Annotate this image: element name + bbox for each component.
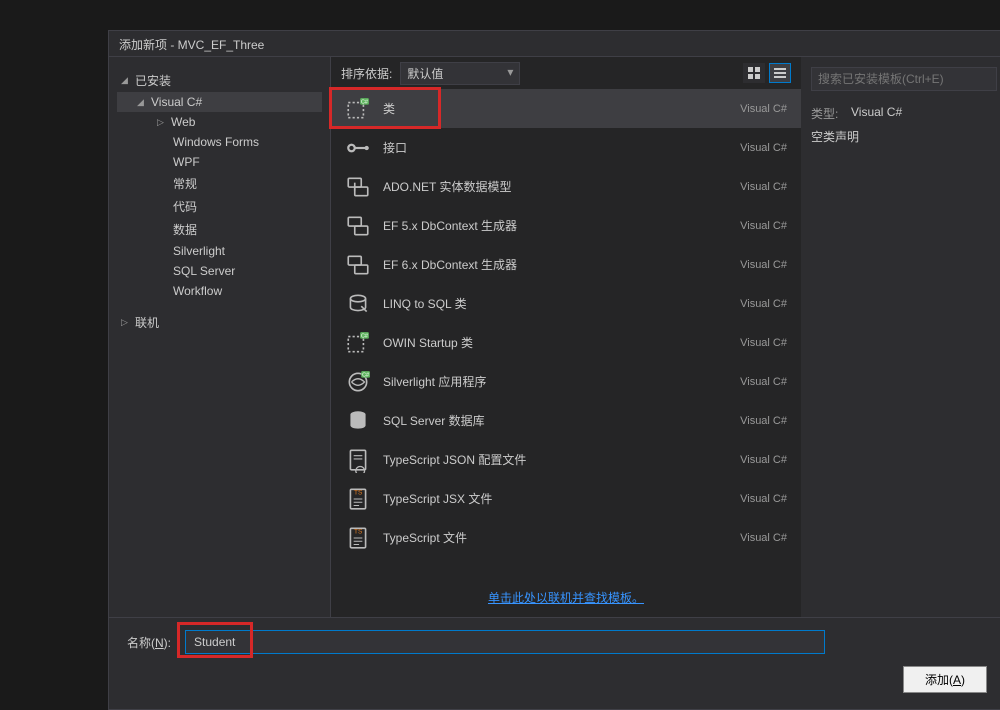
tree-sqlserver[interactable]: SQL Server xyxy=(117,261,322,281)
type-label: 类型: xyxy=(811,105,851,122)
item-name-input[interactable] xyxy=(185,630,825,654)
chevron-down-icon xyxy=(137,97,147,108)
tree-windows-forms[interactable]: Windows Forms xyxy=(117,132,322,152)
silverlight-icon: C# xyxy=(345,369,371,395)
template-ts-file[interactable]: TS TypeScript 文件 Visual C# xyxy=(331,518,801,557)
linq-sql-icon xyxy=(345,291,371,317)
template-list[interactable]: C# 类 Visual C# 接口 Visual C# ADO.NET 实体数据… xyxy=(331,89,801,579)
tree-visual-csharp[interactable]: Visual C# xyxy=(117,92,322,112)
tree-web[interactable]: Web xyxy=(117,112,322,132)
titlebar: 添加新项 - MVC_EF_Three xyxy=(109,31,1000,57)
add-new-item-dialog: 添加新项 - MVC_EF_Three 已安装 Visual C# Web Wi… xyxy=(108,30,1000,710)
tree-installed[interactable]: 已安装 xyxy=(117,69,322,92)
svg-text:TS: TS xyxy=(354,489,363,496)
template-ef6-dbcontext[interactable]: EF 6.x DbContext 生成器 Visual C# xyxy=(331,245,801,284)
grid-icon xyxy=(747,66,761,80)
template-ts-json-config[interactable]: TypeScript JSON 配置文件 Visual C# xyxy=(331,440,801,479)
view-list-button[interactable] xyxy=(769,63,791,83)
online-search-link: 单击此处以联机并查找模板。 xyxy=(331,579,801,617)
template-linq-to-sql[interactable]: LINQ to SQL 类 Visual C# xyxy=(331,284,801,323)
svg-text:C#: C# xyxy=(362,372,369,378)
view-medium-icons-button[interactable] xyxy=(743,63,765,83)
search-templates-input[interactable] xyxy=(811,67,997,91)
database-icon xyxy=(345,408,371,434)
tree-wpf[interactable]: WPF xyxy=(117,152,322,172)
svg-text:C#: C# xyxy=(361,333,368,339)
svg-text:C#: C# xyxy=(361,99,368,105)
owin-icon: C# xyxy=(345,330,371,356)
sort-bar: 排序依据: 默认值 xyxy=(331,57,801,89)
name-label: 名称(N): xyxy=(127,634,171,651)
sort-label: 排序依据: xyxy=(341,65,392,82)
chevron-right-icon xyxy=(157,117,167,128)
ts-file-icon: TS xyxy=(345,486,371,512)
chevron-right-icon xyxy=(121,317,131,328)
ts-file-icon: TS xyxy=(345,525,371,551)
ef-generator-icon xyxy=(345,213,371,239)
template-sql-server-db[interactable]: SQL Server 数据库 Visual C# xyxy=(331,401,801,440)
template-panel: 排序依据: 默认值 C# 类 Visual xyxy=(331,57,801,617)
info-panel: 类型: Visual C# 空类声明 xyxy=(801,57,1000,617)
template-class[interactable]: C# 类 Visual C# xyxy=(331,89,801,128)
tree-code[interactable]: 代码 xyxy=(117,195,322,218)
database-model-icon xyxy=(345,174,371,200)
chevron-down-icon xyxy=(121,75,131,86)
tree-silverlight[interactable]: Silverlight xyxy=(117,241,322,261)
tree-workflow[interactable]: Workflow xyxy=(117,281,322,301)
list-icon xyxy=(773,66,787,80)
type-value: Visual C# xyxy=(851,105,902,122)
tree-online[interactable]: 联机 xyxy=(117,311,322,334)
ef-generator-icon xyxy=(345,252,371,278)
bottom-section: 名称(N): 添加(A) xyxy=(109,617,1000,707)
sort-dropdown[interactable]: 默认值 xyxy=(400,62,520,85)
ts-json-icon xyxy=(345,447,371,473)
template-interface[interactable]: 接口 Visual C# xyxy=(331,128,801,167)
window-title: 添加新项 - MVC_EF_Three xyxy=(119,36,264,51)
template-owin-startup[interactable]: C# OWIN Startup 类 Visual C# xyxy=(331,323,801,362)
template-silverlight-app[interactable]: C# Silverlight 应用程序 Visual C# xyxy=(331,362,801,401)
tree-data[interactable]: 数据 xyxy=(117,218,322,241)
template-adonet-edm[interactable]: ADO.NET 实体数据模型 Visual C# xyxy=(331,167,801,206)
class-icon: C# xyxy=(345,96,371,122)
search-online-link[interactable]: 单击此处以联机并查找模板。 xyxy=(488,591,644,605)
svg-text:TS: TS xyxy=(354,528,363,535)
add-button[interactable]: 添加(A) xyxy=(903,666,987,693)
template-ts-jsx[interactable]: TS TypeScript JSX 文件 Visual C# xyxy=(331,479,801,518)
template-description: 空类声明 xyxy=(811,128,997,145)
tree-general[interactable]: 常规 xyxy=(117,172,322,195)
template-ef5-dbcontext[interactable]: EF 5.x DbContext 生成器 Visual C# xyxy=(331,206,801,245)
interface-icon xyxy=(345,135,371,161)
category-tree: 已安装 Visual C# Web Windows Forms WPF 常规 代… xyxy=(109,57,331,617)
